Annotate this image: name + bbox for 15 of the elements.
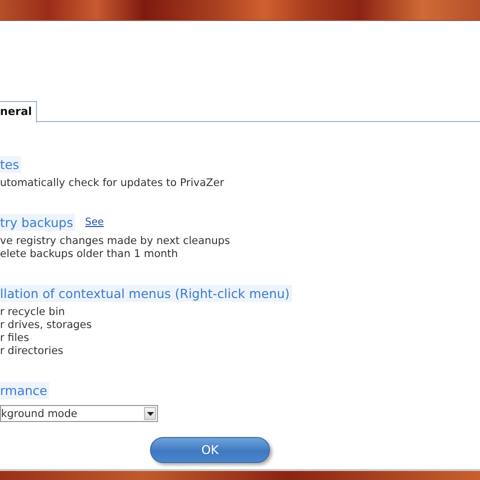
section-heading: tes: [0, 156, 22, 173]
option-label: r recycle bin: [0, 306, 66, 319]
ok-button[interactable]: OK: [150, 437, 270, 463]
option-label: utomatically check for updates to PrivaZer: [0, 177, 226, 190]
section-heading: llation of contextual menus (Right-click menu): [0, 285, 292, 302]
option-label: r files: [0, 332, 30, 345]
see-link[interactable]: See: [85, 217, 104, 228]
section-heading: rmance: [0, 382, 50, 399]
settings-tab[interactable]: neral: [0, 101, 37, 123]
option-label: r drives, storages: [0, 319, 93, 332]
mode-dropdown[interactable]: kground mode: [0, 405, 158, 422]
section-heading: try backups: [0, 214, 76, 231]
option-label: ve registry changes made by next cleanups: [0, 235, 232, 248]
option-label: elete backups older than 1 month: [0, 248, 179, 261]
option-label: r directories: [0, 345, 64, 358]
